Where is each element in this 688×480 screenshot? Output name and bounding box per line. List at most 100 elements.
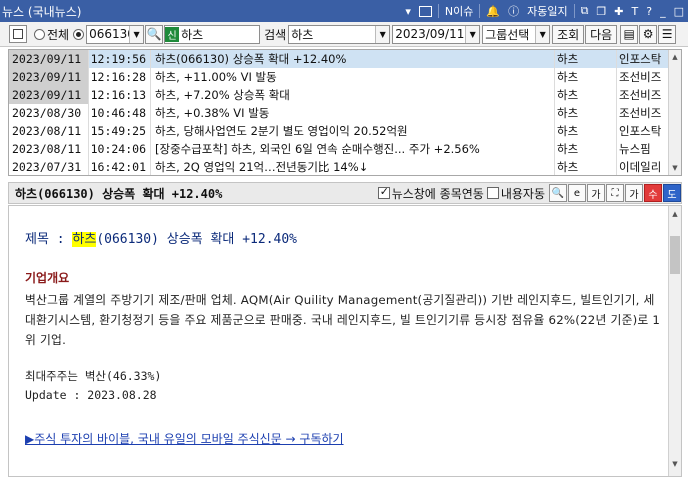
- news-time: 16:42:01: [89, 158, 151, 175]
- browser-icon[interactable]: e: [568, 184, 586, 202]
- news-stock: 하츠: [555, 104, 617, 122]
- stock-code-value: 066130: [89, 27, 135, 41]
- table-row[interactable]: 2023/09/11 12:19:56 하츠(066130) 상승폭 확대 +1…: [9, 50, 681, 68]
- maximize-icon[interactable]: □: [670, 0, 688, 22]
- news-list: 2023/09/11 12:19:56 하츠(066130) 상승폭 확대 +1…: [8, 49, 682, 176]
- auto-journal-button[interactable]: 자동일지: [523, 0, 571, 22]
- stock-code-select[interactable]: 066130 ▼: [86, 24, 145, 44]
- table-row[interactable]: 2023/09/11 12:16:28 하츠, +11.00% VI 발동 하츠…: [9, 68, 681, 86]
- subject-rest: (066130) 상승폭 확대 +12.40%: [96, 232, 298, 247]
- chevron-down-icon[interactable]: ▼: [375, 25, 390, 43]
- news-source: 인포스탁: [619, 124, 662, 138]
- notify-icon[interactable]: 🔔: [482, 0, 504, 22]
- news-date: 2023/09/11: [9, 86, 89, 104]
- news-time: 12:19:56: [89, 50, 151, 68]
- fall-icon[interactable]: 도: [663, 184, 681, 202]
- date-picker[interactable]: 2023/09/11 ▼: [392, 24, 481, 44]
- scroll-up-icon[interactable]: ▲: [669, 51, 681, 63]
- table-row[interactable]: 2023/09/11 12:16:13 하츠, +7.20% 상승폭 확대 하츠…: [9, 86, 681, 104]
- section-title: 기업개요: [25, 271, 70, 285]
- radio-all-label: 전체: [47, 27, 70, 42]
- link-stock-checkbox[interactable]: [377, 185, 390, 199]
- chevron-down-icon[interactable]: ▼: [129, 25, 144, 43]
- list-scrollbar[interactable]: ▲ ▼: [668, 50, 681, 175]
- article-scrollbar[interactable]: ▲ ▼: [668, 206, 681, 476]
- scroll-down-icon[interactable]: ▼: [669, 162, 681, 174]
- major-holder: 최대주주는 벽산(46.33%): [25, 369, 162, 383]
- credit-badge-icon: 신: [165, 26, 180, 42]
- news-title[interactable]: 하츠, 2Q 영업익 21억…전년동기比 14%↓: [151, 158, 555, 175]
- news-date: 2023/07/31: [9, 158, 89, 175]
- news-source: 조선비즈: [619, 88, 662, 102]
- window-icon-button[interactable]: [415, 0, 436, 22]
- menu-toggle-button[interactable]: ▾: [401, 0, 415, 22]
- news-source: 조선비즈: [619, 70, 662, 84]
- print-icon[interactable]: ▤: [620, 24, 639, 44]
- news-title[interactable]: 하츠(066130) 상승폭 확대 +12.40%: [151, 50, 555, 68]
- window-menu-icon[interactable]: [9, 25, 27, 43]
- info-icon[interactable]: ⓘ: [504, 0, 523, 22]
- search-keyword-value: 하츠: [291, 27, 314, 42]
- news-title[interactable]: 하츠, +11.00% VI 발동: [151, 68, 555, 86]
- table-row[interactable]: 2023/08/11 10:24:06 [장중수급포착] 하츠, 외국인 6일 …: [9, 140, 681, 158]
- table-row[interactable]: 2023/08/11 15:49:25 하츠, 당해사업연도 2분기 별도 영업…: [9, 122, 681, 140]
- link-window-icon[interactable]: ⧉: [577, 0, 593, 22]
- news-title[interactable]: 하츠, 당해사업연도 2분기 별도 영업이익 20.52억원: [151, 122, 555, 140]
- scroll-up-icon[interactable]: ▲: [669, 208, 681, 220]
- query-button[interactable]: 조회: [552, 24, 585, 44]
- pin-icon[interactable]: ✚: [610, 0, 627, 22]
- calendar-dropdown-icon[interactable]: ▼: [465, 25, 480, 43]
- expand-icon[interactable]: ⛶: [606, 184, 624, 202]
- group-select-value: 그룹선택: [485, 27, 530, 42]
- news-time: 10:46:48: [89, 104, 151, 122]
- date-value: 2023/09/11: [395, 27, 465, 41]
- news-time: 12:16:13: [89, 86, 151, 104]
- settings-icon[interactable]: ⚙: [639, 24, 658, 44]
- search-keyword-select[interactable]: 하츠 ▼: [288, 24, 391, 44]
- list-view-icon[interactable]: ☰: [658, 24, 677, 44]
- font-decrease-icon[interactable]: 가: [587, 184, 605, 202]
- table-row[interactable]: 2023/07/31 16:42:01 하츠, 2Q 영업익 21억…전년동기比…: [9, 158, 681, 175]
- news-source: 이데일리: [619, 160, 662, 174]
- news-title[interactable]: [장중수급포착] 하츠, 외국인 6일 연속 순매수행진... 주가 +2.56…: [151, 140, 555, 158]
- table-row[interactable]: 2023/08/30 10:46:48 하츠, +0.38% VI 발동 하츠 …: [9, 104, 681, 122]
- zoom-search-icon[interactable]: 🔍: [549, 184, 567, 202]
- news-title[interactable]: 하츠, +7.20% 상승폭 확대: [151, 86, 555, 104]
- stock-name-field[interactable]: 신 하츠: [164, 24, 261, 44]
- news-date: 2023/08/30: [9, 104, 89, 122]
- news-stock: 하츠: [555, 122, 617, 140]
- news-date: 2023/09/11: [9, 50, 89, 68]
- separator: [573, 4, 575, 18]
- font-increase-icon[interactable]: 가: [625, 184, 643, 202]
- minimize-icon[interactable]: _: [656, 0, 670, 22]
- article-subject: 제목 : 하츠(066130) 상승폭 확대 +12.40%: [25, 228, 297, 247]
- group-select[interactable]: 그룹선택 ▼: [482, 24, 551, 44]
- search-label: 검색: [264, 27, 287, 42]
- rise-icon[interactable]: 수: [644, 184, 662, 202]
- scroll-down-icon[interactable]: ▼: [669, 458, 681, 470]
- auto-content-checkbox[interactable]: [486, 187, 499, 199]
- update-date: Update : 2023.08.28: [25, 388, 157, 402]
- link-stock-label: 뉴스창에 종목연동: [391, 186, 484, 201]
- separator: [479, 4, 481, 18]
- font-size-icon[interactable]: T: [628, 0, 643, 22]
- issue-button[interactable]: N이슈: [441, 0, 477, 22]
- subscribe-link[interactable]: ▶주식 투자의 바이블, 국내 유일의 모바일 주식신문 → 구독하기: [25, 430, 344, 447]
- news-date: 2023/09/11: [9, 68, 89, 86]
- title-bar: 뉴스 (국내뉴스) ▾ N이슈 🔔 ⓘ 자동일지 ⧉ ❐ ✚ T ? _ □: [0, 0, 688, 22]
- radio-code[interactable]: [73, 28, 85, 40]
- auto-content-label: 내용자동: [500, 186, 545, 201]
- search-icon[interactable]: 🔍: [145, 24, 164, 44]
- restore-icon[interactable]: ❐: [592, 0, 610, 22]
- radio-all[interactable]: [34, 28, 45, 40]
- search-toolbar: 전체 066130 ▼ 🔍 신 하츠 검색 하츠 ▼ 2023/09/11 ▼ …: [0, 22, 688, 47]
- help-icon[interactable]: ?: [642, 0, 656, 22]
- next-button[interactable]: 다음: [585, 24, 618, 44]
- stock-name-value: 하츠: [181, 27, 204, 42]
- news-title[interactable]: 하츠, +0.38% VI 발동: [151, 104, 555, 122]
- scroll-thumb[interactable]: [670, 236, 680, 274]
- chevron-down-icon[interactable]: ▼: [535, 25, 550, 43]
- news-time: 15:49:25: [89, 122, 151, 140]
- company-overview: 벽산그룹 계열의 주방기기 제조/판매 업체. AQM(Air Quility …: [25, 293, 661, 347]
- news-source: 뉴스핌: [619, 142, 651, 156]
